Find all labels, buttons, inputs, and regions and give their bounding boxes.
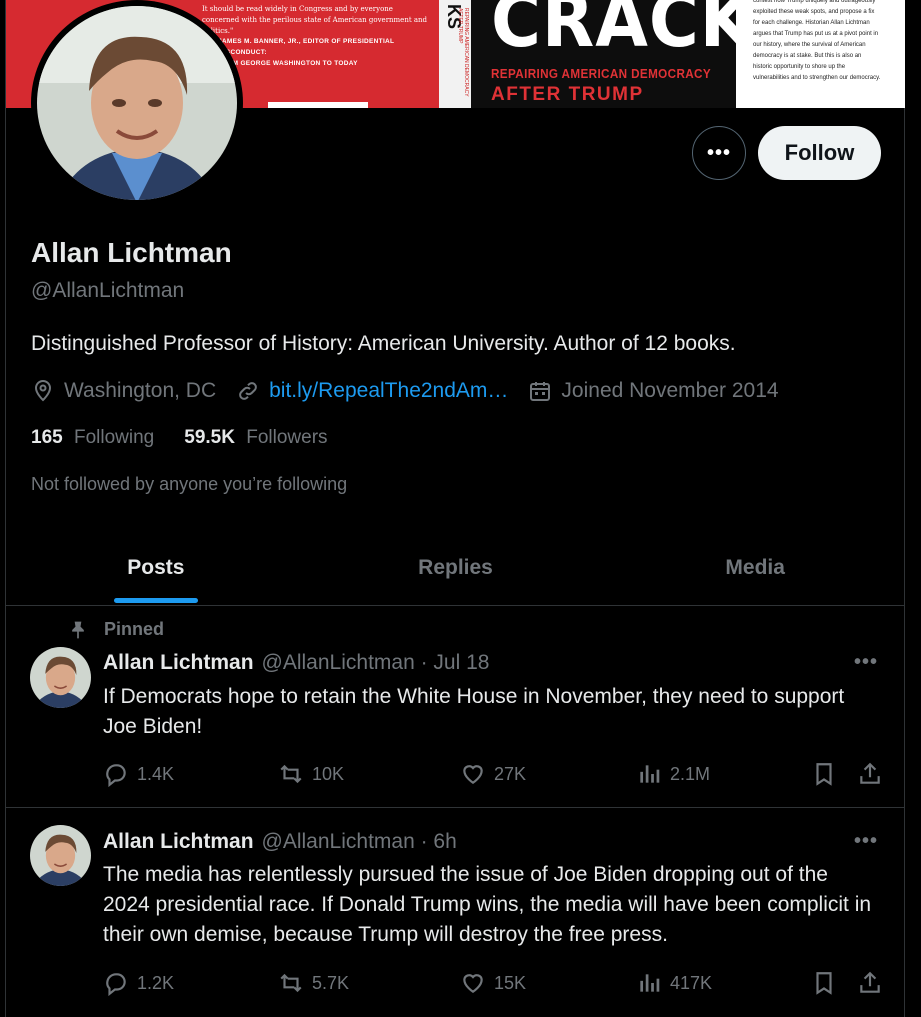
views-icon — [640, 974, 660, 992]
banner-book-cover: CRACKS REPAIRING AMERICAN DEMOCRACY AFTE… — [471, 0, 802, 108]
banner-quote: It should be read widely in Congress and… — [202, 5, 428, 35]
tweet-more-button[interactable]: ••• — [854, 651, 878, 674]
bookmark-icon — [816, 763, 832, 786]
reply-button[interactable]: 1.2K — [103, 970, 174, 996]
profile-link[interactable]: bit.ly/RepealThe2ndAm… — [236, 379, 508, 403]
followers-count: 59.5K — [184, 427, 235, 448]
profile-location-text: Washington, DC — [64, 379, 217, 402]
tweet-text: If Democrats hope to retain the White Ho… — [103, 685, 845, 738]
repost-button[interactable]: 5.7K — [278, 970, 349, 996]
tweet-author-name[interactable]: Allan Lichtman — [103, 830, 254, 854]
tweet-author-meta[interactable]: @AllanLichtman · 6h — [262, 830, 457, 854]
banner-book-spine: KS REPAIRING AMERICAN DEMOCRACY AFTER TR… — [439, 0, 471, 108]
banner-book-back-white: contest how Trump uniquely and outrageou… — [736, 0, 905, 108]
followers-count-link[interactable]: 59.5K Followers — [184, 427, 327, 449]
reply-icon — [106, 764, 126, 787]
profile-name: Allan Lichtman — [31, 237, 232, 268]
views-count: 2.1M — [670, 763, 711, 784]
repost-icon — [280, 764, 302, 784]
tweet-author-meta[interactable]: @AllanLichtman · Jul 18 — [262, 651, 490, 675]
repost-count: 10K — [312, 763, 345, 784]
banner-back-text: contest how Trump uniquely and outrageou… — [753, 0, 881, 81]
calendar-icon — [530, 382, 551, 401]
tweet-actions: 1.2K 5.7K 15K 417K — [103, 968, 887, 998]
profile-joined: Joined November 2014 — [528, 379, 779, 403]
tweet-pinned[interactable]: Pinned Allan Lichtman @AllanLichtman · J… — [6, 607, 905, 808]
following-count: 165 — [31, 427, 63, 448]
tab-replies-label: Replies — [418, 555, 493, 579]
avatar-photo — [37, 6, 237, 200]
tweet-avatar[interactable] — [30, 647, 91, 708]
tweet-text: The media has relentlessly pursued the i… — [103, 863, 872, 946]
profile-bio: Distinguished Professor of History: Amer… — [31, 332, 736, 355]
profile-handle: @AllanLichtman — [31, 279, 185, 302]
not-followed-notice: Not followed by anyone you’re following — [31, 474, 348, 494]
banner-decor — [268, 102, 368, 108]
banner-attribution: JAMES M. BANNER, JR., EDITOR OF PRESIDEN… — [218, 36, 439, 69]
profile-link-text[interactable]: bit.ly/RepealThe2ndAm… — [269, 379, 508, 403]
tab-media-label: Media — [725, 555, 785, 579]
followers-label: Followers — [246, 427, 328, 448]
active-tab-indicator — [113, 598, 198, 603]
tab-media[interactable]: Media — [605, 530, 905, 605]
like-count: 15K — [494, 972, 527, 993]
banner-cover-subtitle-2: AFTER TRUMP — [491, 84, 644, 105]
profile-counts: 165 Following 59.5K Followers — [31, 427, 358, 449]
like-button[interactable]: 27K — [460, 761, 526, 787]
profile-column: It should be read widely in Congress and… — [5, 0, 905, 1017]
like-count: 27K — [494, 763, 527, 784]
profile-meta: Washington, DC bit.ly/RepealThe2ndAm… Jo… — [31, 376, 799, 406]
like-button[interactable]: 15K — [460, 970, 526, 996]
reply-count: 1.4K — [137, 763, 175, 784]
tweet-actions: 1.4K 10K 27K 2.1M — [103, 759, 887, 789]
share-icon — [860, 762, 880, 784]
heart-icon — [463, 974, 483, 993]
share-button[interactable] — [857, 970, 891, 996]
views-icon — [640, 765, 660, 783]
repost-count: 5.7K — [312, 972, 350, 993]
tab-replies[interactable]: Replies — [306, 530, 606, 605]
repost-icon — [280, 973, 302, 993]
profile-location: Washington, DC — [31, 379, 216, 403]
following-count-link[interactable]: 165 Following — [31, 427, 154, 449]
tweet-more-button[interactable]: ••• — [854, 830, 878, 853]
repost-button[interactable]: 10K — [278, 761, 344, 787]
reply-icon — [106, 973, 126, 996]
profile-tabs: Posts Replies Media — [6, 530, 905, 606]
pinned-indicator: Pinned — [68, 619, 164, 640]
banner-spine-subtitle: REPAIRING AMERICAN DEMOCRACY AFTER TRUMP — [457, 8, 469, 97]
tweet-header: Allan Lichtman @AllanLichtman · Jul 18 — [103, 651, 489, 675]
tweet-avatar[interactable] — [30, 825, 91, 886]
more-options-button[interactable]: ••• — [692, 126, 746, 180]
bookmark-button[interactable] — [811, 761, 845, 787]
tweet-author-name[interactable]: Allan Lichtman — [103, 651, 254, 675]
pinned-label: Pinned — [104, 619, 165, 639]
tab-posts[interactable]: Posts — [6, 530, 306, 605]
bookmark-button[interactable] — [811, 970, 845, 996]
views-button[interactable]: 2.1M — [636, 761, 710, 787]
reply-button[interactable]: 1.4K — [103, 761, 174, 787]
follow-button[interactable]: Follow — [758, 126, 881, 180]
tweet[interactable]: Allan Lichtman @AllanLichtman · 6h ••• T… — [6, 808, 905, 1017]
heart-icon — [463, 765, 483, 784]
profile-joined-text: Joined November 2014 — [561, 379, 779, 402]
bookmark-icon — [816, 972, 832, 995]
views-count: 417K — [670, 972, 713, 993]
tab-posts-label: Posts — [127, 555, 185, 579]
banner-attribution-line2: FROM GEORGE WASHINGTON TO TODAY — [218, 60, 358, 67]
tweet-header: Allan Lichtman @AllanLichtman · 6h — [103, 830, 457, 854]
share-button[interactable] — [857, 761, 891, 787]
pin-icon — [72, 621, 84, 638]
banner-attribution-line1: JAMES M. BANNER, JR., EDITOR OF PRESIDEN… — [218, 38, 395, 56]
banner-cover-subtitle: REPAIRING AMERICAN DEMOCRACY — [491, 66, 712, 81]
link-icon — [239, 382, 257, 400]
share-icon — [860, 971, 880, 993]
location-pin-icon — [34, 380, 52, 402]
views-button[interactable]: 417K — [636, 970, 712, 996]
reply-count: 1.2K — [137, 972, 175, 993]
profile-avatar[interactable] — [31, 0, 243, 206]
following-label: Following — [73, 427, 155, 448]
